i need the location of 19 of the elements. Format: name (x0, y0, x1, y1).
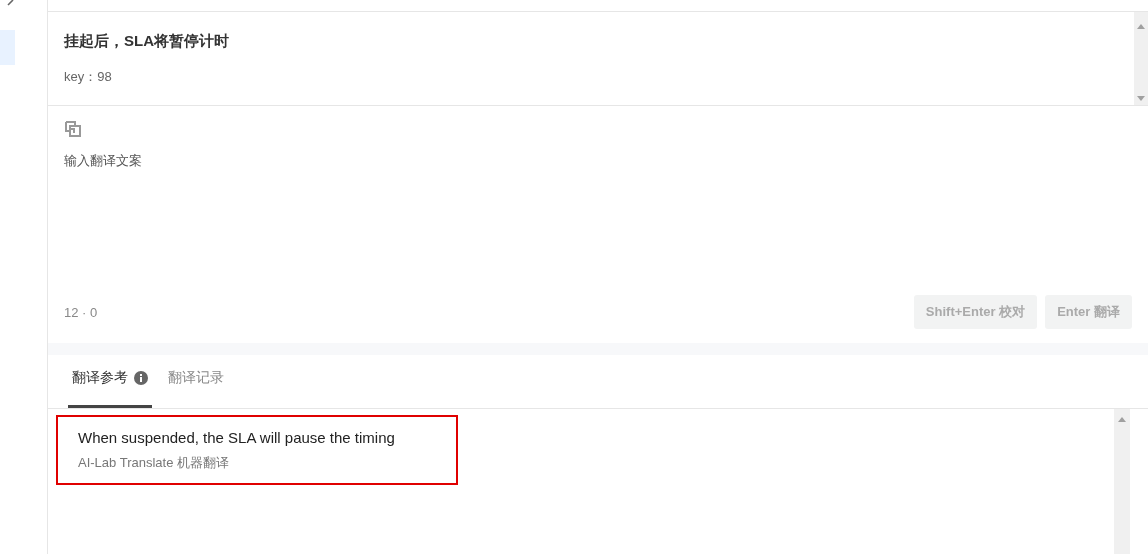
result-source: AI-Lab Translate 机器翻译 (78, 454, 230, 472)
copy-icon[interactable] (64, 120, 82, 138)
chevron-icon[interactable] (6, 0, 14, 6)
character-counter: 12 · 0 (64, 304, 98, 320)
result-text: When suspended, the SLA will pause the timing (78, 429, 396, 446)
key-label: key：98 (64, 68, 113, 86)
scroll-up-icon[interactable] (1137, 24, 1145, 29)
source-text: 挂起后，SLA将暂停计时 (64, 32, 230, 51)
info-icon[interactable] (134, 371, 148, 385)
tab-label: 翻译记录 (168, 369, 224, 387)
scroll-down-icon[interactable] (1137, 96, 1145, 101)
scrollbar[interactable] (1114, 409, 1130, 554)
tab[interactable]: 翻译记录 (164, 369, 228, 408)
translation-result[interactable]: When suspended, the SLA will pause the timing AI-Lab Translate 机器翻译 (56, 415, 458, 485)
translation-input[interactable]: 输入翻译文案 (64, 152, 1132, 295)
tab[interactable]: 翻译参考 (68, 369, 152, 408)
scroll-up-icon[interactable] (1118, 417, 1126, 422)
scrollbar[interactable] (1134, 12, 1148, 105)
tab-label: 翻译参考 (72, 369, 128, 387)
